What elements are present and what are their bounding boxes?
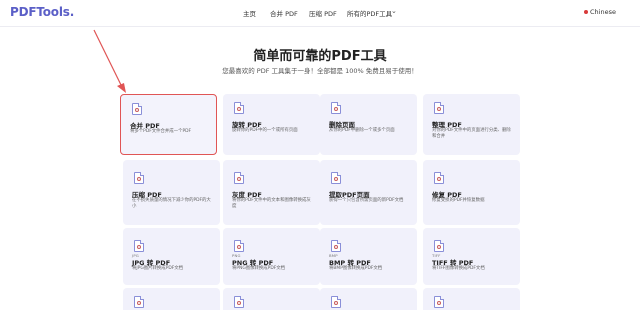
logo[interactable]: PDFTools. [10,5,74,19]
pdf-file-icon [134,172,144,184]
tool-card-description: 将PNG图像转换成PDF文档 [232,266,286,271]
tool-card-grayscale-pdf[interactable]: 灰度 PDF 将你的PDF文件中的文本和图像转换成灰度 [223,160,320,225]
chevron-down-icon[interactable]: ⌄ [391,7,397,15]
logo-text: PDFTools [10,5,70,19]
image-file-icon [331,240,341,252]
tool-card-description: 将TIFF图像转换成PDF文档 [432,266,485,271]
flag-icon [584,10,588,14]
tool-card-bmp-to-pdf[interactable]: BMP BMP 转 PDF 将BMP图像转换成PDF文档 [320,228,417,285]
nav-compress-pdf[interactable]: 压缩 PDF [309,8,337,18]
tool-card-description: 旋转你的PDF中的一个或所有页面 [232,128,298,133]
tool-card-rotate-pdf[interactable]: 旋转 PDF 旋转你的PDF中的一个或所有页面 [223,94,320,155]
pdf-file-icon [331,172,341,184]
pdf-file-icon [434,296,444,308]
tool-card-description: 将你的PDF文件中的文本和图像转换成灰度 [232,198,311,209]
image-file-icon [234,240,244,252]
tool-card-row4-3[interactable] [320,288,417,310]
nav-all-tools[interactable]: 所有的PDF工具 [347,8,392,18]
tool-card-description: 获得一个只包含所需页面的新PDF文档 [329,198,404,203]
tool-card-organize-pdf[interactable]: 整理 PDF 对你的PDF文件中的页面进行分类、删除和合并 [423,94,520,155]
tool-card-tiff-to-pdf[interactable]: TIFF TIFF 转 PDF 将TIFF图像转换成PDF文档 [423,228,520,285]
tool-card-description: 对你的PDF文件中的页面进行分类、删除和合并 [432,128,511,139]
page-subtitle: 您最喜欢的 PDF 工具集于一身！全部都是 100% 免费且易于使用！ [222,67,418,75]
tool-card-jpg-to-pdf[interactable]: JPG JPG 转 PDF 将JPG图片转换成PDF文档 [123,228,220,285]
nav-merge-pdf[interactable]: 合并 PDF [270,8,298,18]
tool-card-row4-1[interactable] [123,288,220,310]
tool-card-delete-pages[interactable]: 删除页面 从你的PDF中删除一个或多个页面 [320,94,417,155]
top-navigation-bar: PDFTools. 主页 合并 PDF 压缩 PDF 所有的PDF工具 ⌄ Ch… [0,0,640,27]
tool-card-description: 将BMP图像转换成PDF文档 [329,266,383,271]
pdf-file-icon [234,172,244,184]
tool-card-description: 从你的PDF中删除一个或多个页面 [329,128,395,133]
image-file-icon [434,240,444,252]
pdf-file-icon [434,172,444,184]
language-selector[interactable]: Chinese [590,8,616,16]
pdf-file-icon [132,103,142,115]
tool-card-row4-4[interactable] [423,288,520,310]
tool-card-repair-pdf[interactable]: 修复 PDF 修复受损的PDF并恢复数据 [423,160,520,225]
tool-card-extract-pages[interactable]: 提取PDF页面 获得一个只包含所需页面的新PDF文档 [320,160,417,225]
logo-dot: . [69,5,75,19]
page-title: 简单而可靠的PDF工具 [253,49,387,64]
word-file-icon [134,296,144,308]
nav-home[interactable]: 主页 [243,8,256,18]
tool-card-png-to-pdf[interactable]: PNG PNG 转 PDF 将PNG图像转换成PDF文档 [223,228,320,285]
pdf-file-icon [331,102,341,114]
image-file-icon [134,240,144,252]
pdf-file-icon [234,102,244,114]
tool-card-row4-2[interactable] [223,288,320,310]
tool-card-description: 在不损失质量的情况下减少你的PDF的大小 [132,198,211,209]
tool-card-merge-pdf[interactable]: 合并 PDF 将多个PDF文件合并成一个PDF [120,94,217,155]
tool-card-description: 将多个PDF文件合并成一个PDF [130,129,192,134]
tool-card-compress-pdf[interactable]: 压缩 PDF 在不损失质量的情况下减少你的PDF的大小 [123,160,220,225]
pdf-file-icon [434,102,444,114]
tool-card-description: 将JPG图片转换成PDF文档 [132,266,184,271]
excel-file-icon [234,296,244,308]
ppt-file-icon [331,296,341,308]
tool-card-description: 修复受损的PDF并恢复数据 [432,198,485,203]
